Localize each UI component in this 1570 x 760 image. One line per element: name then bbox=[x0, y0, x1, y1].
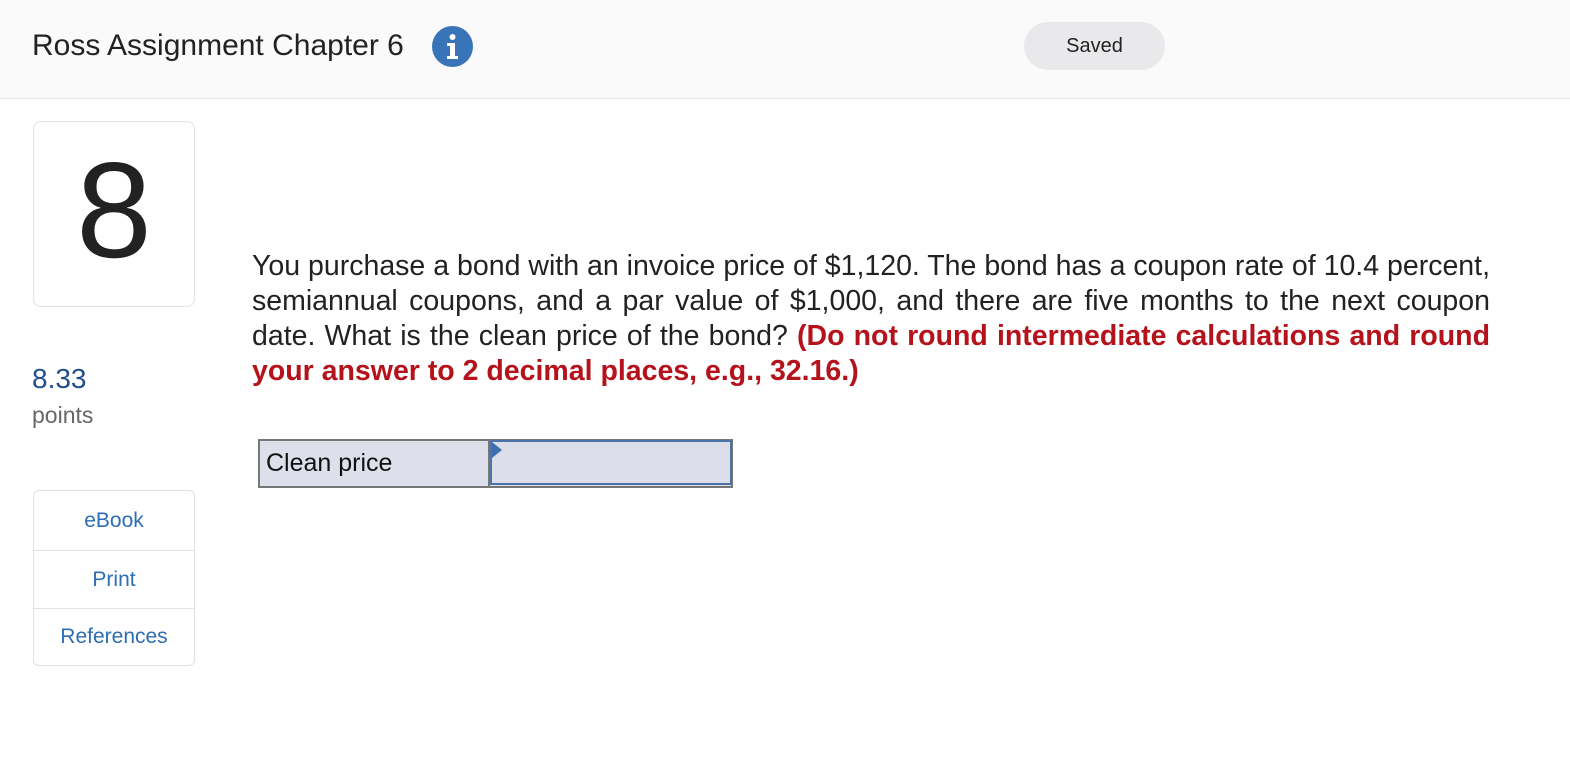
saved-status-badge: Saved bbox=[1024, 22, 1165, 70]
question-tools: eBook Print References bbox=[33, 490, 195, 666]
references-link[interactable]: References bbox=[34, 609, 194, 665]
assignment-header: Ross Assignment Chapter 6 Saved bbox=[0, 0, 1570, 99]
print-link[interactable]: Print bbox=[34, 551, 194, 609]
info-icon[interactable] bbox=[432, 26, 473, 67]
question-number-box: 8 bbox=[33, 121, 195, 307]
clean-price-cell[interactable] bbox=[490, 440, 732, 485]
ebook-link[interactable]: eBook bbox=[34, 491, 194, 551]
assignment-title: Ross Assignment Chapter 6 bbox=[32, 29, 404, 62]
points-value: 8.33 bbox=[32, 363, 87, 394]
info-icon-glyph bbox=[447, 34, 458, 59]
points-label: points bbox=[32, 402, 94, 428]
question-number: 8 bbox=[76, 134, 152, 286]
answer-table: Clean price bbox=[258, 439, 733, 488]
clean-price-label: Clean price bbox=[260, 441, 490, 486]
clean-price-input[interactable] bbox=[492, 442, 730, 483]
question-text: You purchase a bond with an invoice pric… bbox=[252, 249, 1490, 389]
